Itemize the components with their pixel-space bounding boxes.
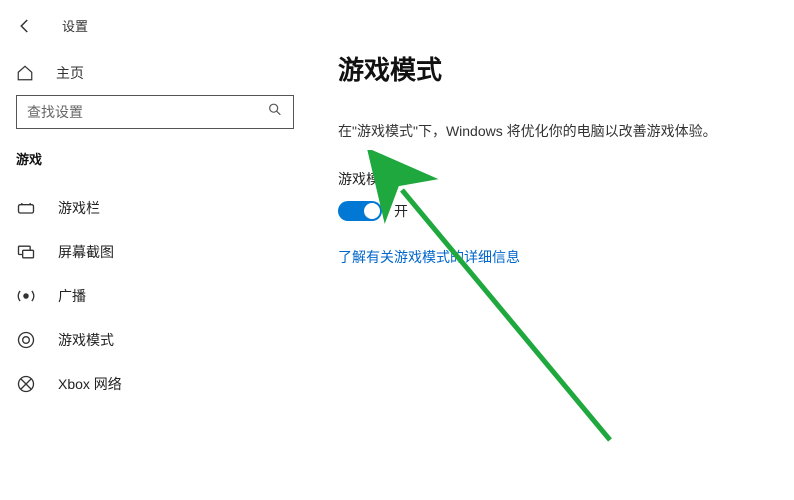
window-title: 设置 bbox=[62, 16, 88, 35]
toggle-row: 开 bbox=[338, 201, 770, 221]
toggle-state: 开 bbox=[394, 201, 408, 221]
sidebar-item-home[interactable]: 主页 bbox=[0, 53, 310, 95]
category-label: 游戏 bbox=[0, 143, 310, 178]
capture-icon bbox=[16, 242, 36, 262]
sidebar: 设置 主页 游戏 游戏栏 bbox=[0, 0, 310, 500]
sidebar-item-xbox-networking[interactable]: Xbox 网络 bbox=[0, 362, 310, 406]
sidebar-item-game-bar[interactable]: 游戏栏 bbox=[0, 186, 310, 230]
topbar: 设置 bbox=[0, 16, 310, 53]
nav: 游戏栏 屏幕截图 广播 游戏模式 bbox=[0, 178, 310, 406]
sidebar-item-label: Xbox 网络 bbox=[58, 374, 122, 394]
sidebar-item-label: 广播 bbox=[58, 286, 86, 306]
search-input[interactable] bbox=[27, 104, 257, 120]
game-mode-toggle[interactable] bbox=[338, 201, 382, 221]
game-bar-icon bbox=[16, 198, 36, 218]
sidebar-item-game-mode[interactable]: 游戏模式 bbox=[0, 318, 310, 362]
sidebar-item-label: 屏幕截图 bbox=[58, 242, 114, 262]
sidebar-item-captures[interactable]: 屏幕截图 bbox=[0, 230, 310, 274]
page-title: 游戏模式 bbox=[338, 50, 770, 87]
page-description: 在"游戏模式"下，Windows 将优化你的电脑以改善游戏体验。 bbox=[338, 121, 770, 141]
home-label: 主页 bbox=[56, 63, 84, 83]
toggle-label: 游戏模式 bbox=[338, 169, 770, 189]
back-icon[interactable] bbox=[16, 17, 34, 35]
home-icon bbox=[16, 64, 34, 82]
sidebar-item-label: 游戏模式 bbox=[58, 330, 114, 350]
sidebar-item-label: 游戏栏 bbox=[58, 198, 100, 218]
main-content: 游戏模式 在"游戏模式"下，Windows 将优化你的电脑以改善游戏体验。 游戏… bbox=[310, 0, 794, 500]
search-box[interactable] bbox=[16, 95, 294, 129]
search-wrap bbox=[0, 95, 310, 143]
xbox-icon bbox=[16, 374, 36, 394]
search-icon[interactable] bbox=[267, 102, 283, 123]
sidebar-item-broadcasting[interactable]: 广播 bbox=[0, 274, 310, 318]
learn-more-link[interactable]: 了解有关游戏模式的详细信息 bbox=[338, 247, 770, 267]
game-mode-icon bbox=[16, 330, 36, 350]
broadcast-icon bbox=[16, 286, 36, 306]
